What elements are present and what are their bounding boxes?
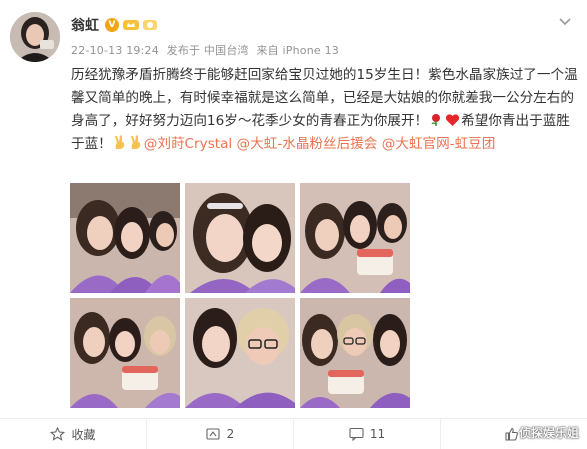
- photo-4[interactable]: [70, 298, 180, 408]
- photo-3[interactable]: [300, 183, 410, 293]
- post-meta: 22-10-13 19:24 发布于 中国台湾 来自 iPhone 13: [71, 42, 343, 58]
- author-name[interactable]: 翁虹: [71, 15, 99, 35]
- mention-link-2[interactable]: @大虹-水晶粉丝后援会: [237, 136, 378, 152]
- photo-6-image: [300, 298, 410, 408]
- heart-icon: [446, 114, 460, 126]
- comment-icon: [349, 427, 364, 441]
- repost-icon: [206, 428, 220, 440]
- thumbs-up-icon: [504, 427, 518, 441]
- favorite-button[interactable]: 收藏: [0, 419, 147, 449]
- photo-5[interactable]: [185, 298, 295, 408]
- comment-button[interactable]: 11: [294, 419, 441, 449]
- star-icon: [50, 427, 66, 441]
- photo-4-image: [70, 298, 180, 408]
- avatar[interactable]: [10, 12, 60, 62]
- fan-club-icon: [143, 20, 157, 30]
- mention-link-3[interactable]: @大虹官网-虹豆团: [382, 136, 496, 152]
- repost-button[interactable]: 2: [147, 419, 294, 449]
- photo-1[interactable]: [70, 183, 180, 293]
- post-text: 历经犹豫矛盾折腾终于能够赶回家给宝贝过她的15岁生日！紫色水晶家族过了一个温馨又…: [71, 64, 579, 156]
- comment-count: 11: [369, 427, 386, 441]
- avatar-image: [10, 12, 60, 62]
- mention-link-1[interactable]: @刘莳Crystal: [144, 136, 232, 152]
- repost-count: 2: [226, 427, 235, 441]
- author-row: 翁虹 V: [71, 14, 158, 36]
- watermark-text: 侦探娱乐姐: [518, 426, 579, 440]
- rose-icon: [431, 114, 441, 126]
- photo-3-image: [300, 183, 410, 293]
- post-action-bar: 收藏 2 11: [0, 418, 587, 449]
- fan-level-icons: [122, 18, 158, 32]
- photo-2[interactable]: [185, 183, 295, 293]
- photo-1-image: [70, 183, 180, 293]
- verified-badge-icon: V: [105, 18, 119, 32]
- victory-hand-icon: [130, 135, 141, 149]
- post-location: 发布于 中国台湾: [166, 44, 249, 57]
- photo-grid: [70, 183, 411, 411]
- favorite-label: 收藏: [71, 427, 96, 442]
- photo-6[interactable]: [300, 298, 410, 408]
- victory-hand-icon: [114, 135, 125, 149]
- photo-2-image: [185, 183, 295, 293]
- photo-5-image: [185, 298, 295, 408]
- crown-icon: [123, 20, 139, 30]
- post-timestamp[interactable]: 22-10-13 19:24: [71, 44, 159, 57]
- chevron-down-icon[interactable]: [559, 18, 571, 26]
- post-device: 来自 iPhone 13: [256, 44, 339, 57]
